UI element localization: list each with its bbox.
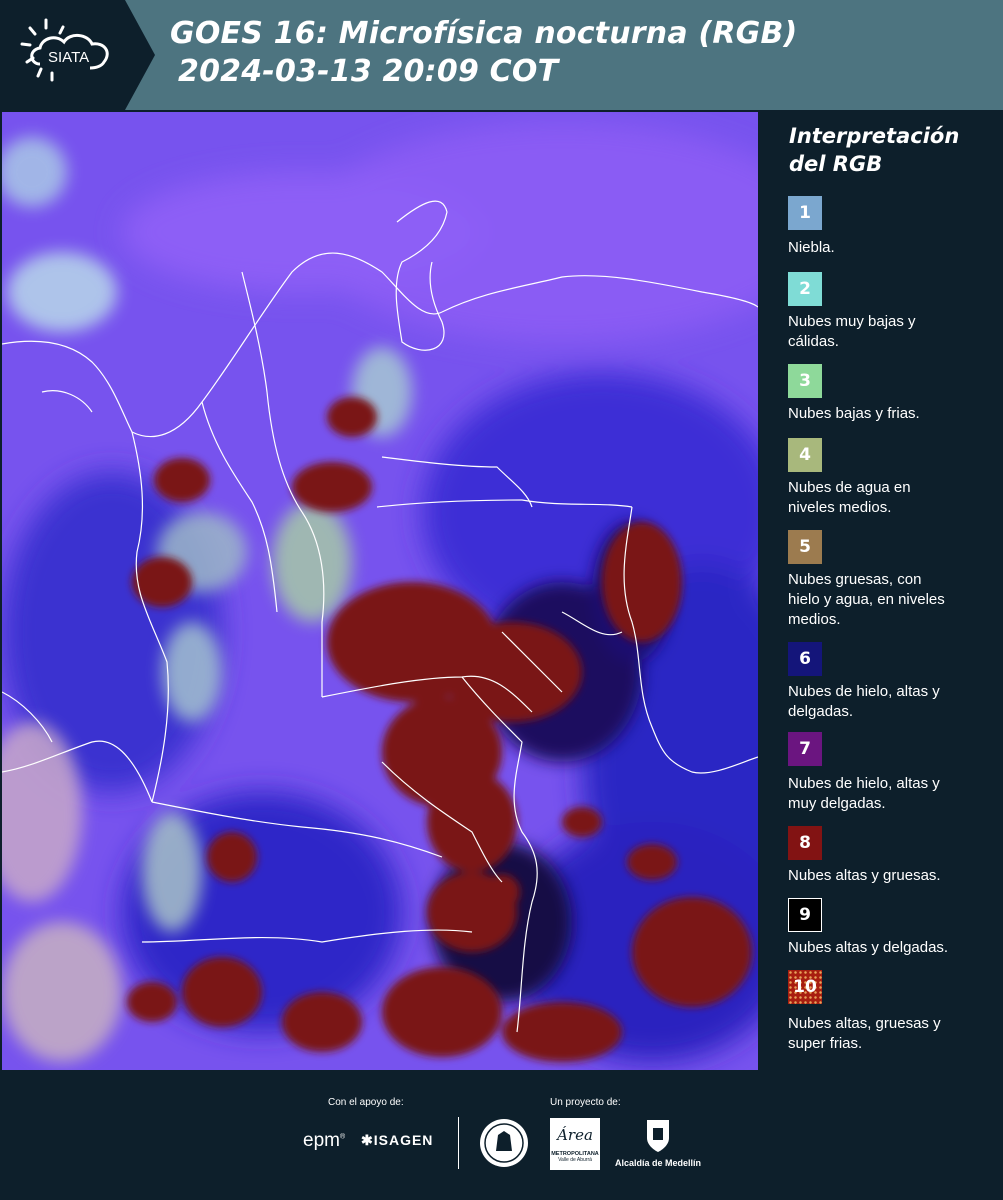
area-logo-sub2: Valle de Aburrá <box>558 1157 592 1163</box>
isagen-mark-icon: ✱ <box>361 1132 374 1148</box>
legend-title-line1: Interpretación <box>789 124 960 148</box>
legend-label-4-line-1: Nubes de agua en <box>788 479 911 496</box>
legend-swatch-3: 3 <box>788 364 822 398</box>
legend-swatch-10: 10 <box>788 970 822 1004</box>
legend-swatch-9: 9 <box>788 898 822 932</box>
legend-label-9: Nubes altas y delgadas. <box>788 938 993 958</box>
page-title: GOES 16: Microfísica nocturna (RGB) <box>170 16 798 51</box>
legend-label-9-line-1: Nubes altas y delgadas. <box>788 939 949 956</box>
legend-swatch-6: 6 <box>788 642 822 676</box>
legend-swatch-5: 5 <box>788 530 822 564</box>
university-seal-logo <box>480 1119 528 1167</box>
support-label: Con el apoyo de: <box>328 1097 404 1108</box>
legend-label-6-line-2: delgadas. <box>788 703 854 720</box>
legend-swatch-2: 2 <box>788 272 822 306</box>
isagen-logo: ✱ISAGEN <box>361 1132 433 1149</box>
satellite-map <box>2 112 758 1070</box>
legend-label-5-line-1: Nubes gruesas, con <box>788 571 922 588</box>
header-bar: SIATA GOES 16: Microfísica nocturna (RGB… <box>0 0 1003 110</box>
isagen-logo-text: ISAGEN <box>373 1132 434 1148</box>
legend-label-3: Nubes bajas y frias. <box>788 404 993 424</box>
legend-label-8: Nubes altas y gruesas. <box>788 866 993 886</box>
legend-label-10-line-1: Nubes altas, gruesas y <box>788 1015 941 1032</box>
legend-label-8-line-1: Nubes altas y gruesas. <box>788 867 941 884</box>
area-metropolitana-logo: Área METROPOLITANA Valle de Aburrá <box>550 1118 600 1170</box>
legend-label-6: Nubes de hielo, altas y delgadas. <box>788 682 993 722</box>
legend-label-2-line-1: Nubes muy bajas y <box>788 313 916 330</box>
legend-label-2: Nubes muy bajas y cálidas. <box>788 312 993 352</box>
page-timestamp: 2024-03-13 20:09 COT <box>178 54 559 89</box>
legend-label-4: Nubes de agua en niveles medios. <box>788 478 993 518</box>
legend-label-5-line-3: medios. <box>788 611 841 628</box>
legend-label-3-line-1: Nubes bajas y frias. <box>788 405 920 422</box>
siata-logo-text: SIATA <box>48 49 89 66</box>
legend-label-1-line-1: Niebla. <box>788 239 835 256</box>
footer: Con el apoyo de: Un proyecto de: epm® ✱I… <box>0 1070 1003 1200</box>
legend-title-line2: del RGB <box>789 152 883 176</box>
siata-logo: SIATA <box>0 0 155 110</box>
legend-label-5-line-2: hielo y agua, en niveles <box>788 591 945 608</box>
legend-label-7: Nubes de hielo, altas y muy delgadas. <box>788 774 993 814</box>
legend-swatch-7: 7 <box>788 732 822 766</box>
epm-logo-text: epm <box>303 1130 340 1151</box>
legend-swatch-4: 4 <box>788 438 822 472</box>
legend-swatch-1: 1 <box>788 196 822 230</box>
alcaldia-label: Alcaldía de Medellín <box>614 1158 702 1168</box>
legend-label-10: Nubes altas, gruesas y super frias. <box>788 1014 993 1054</box>
legend-swatch-8: 8 <box>788 826 822 860</box>
legend-panel: Interpretación del RGB 1 Niebla. 2 Nubes… <box>775 112 997 1070</box>
footer-divider <box>458 1117 459 1169</box>
alcaldia-shield-icon <box>647 1120 669 1152</box>
project-label: Un proyecto de: <box>550 1097 621 1108</box>
legend-label-2-line-2: cálidas. <box>788 333 839 350</box>
epm-logo: epm® <box>303 1130 346 1151</box>
legend-label-7-line-1: Nubes de hielo, altas y <box>788 775 940 792</box>
legend-label-7-line-2: muy delgadas. <box>788 795 886 812</box>
legend-label-6-line-1: Nubes de hielo, altas y <box>788 683 940 700</box>
legend-label-1: Niebla. <box>788 238 993 258</box>
area-logo-main: Área <box>557 1126 593 1144</box>
legend-label-4-line-2: niveles medios. <box>788 499 892 516</box>
legend-title: Interpretación del RGB <box>789 122 989 178</box>
legend-label-10-line-2: super frias. <box>788 1035 863 1052</box>
legend-label-5: Nubes gruesas, con hielo y agua, en nive… <box>788 570 993 630</box>
